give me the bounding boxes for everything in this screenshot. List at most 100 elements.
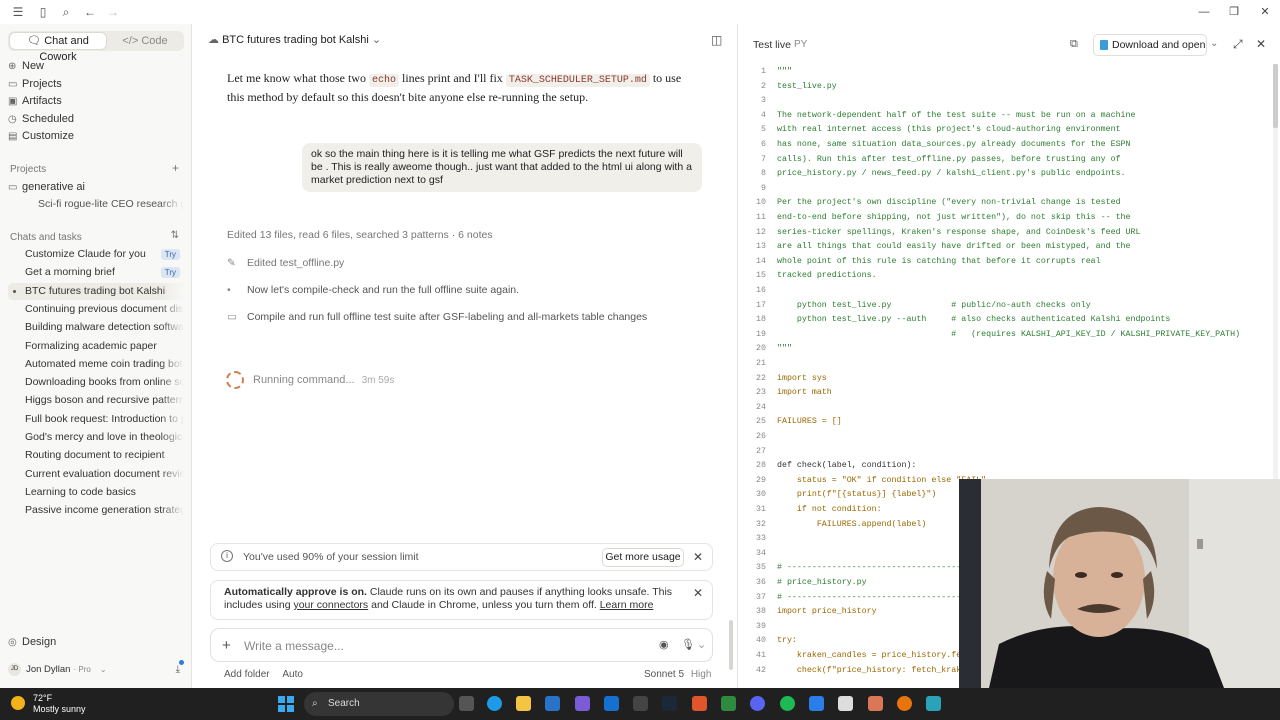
blender-icon[interactable] [897,696,912,711]
terminal-icon: ▭ [227,311,237,323]
close-icon[interactable]: ✕ [693,550,703,564]
line-number: 3 [761,96,766,106]
chat-item[interactable]: God's mercy and love in theological ev [8,429,184,446]
temperature: 72°F [33,693,53,703]
filter-icon[interactable]: ⇅ [171,230,179,241]
chat-item[interactable]: BTC futures trading bot Kalshi [8,282,184,300]
weather-condition: Mostly sunny [33,704,86,714]
panel-toggle-icon[interactable]: ◫ [711,33,722,47]
file-name: Test live [753,39,791,51]
nav-projects[interactable]: ▭ Projects [8,76,184,93]
activity-summary[interactable]: Edited 13 files, read 6 files, searched … [227,229,493,241]
folder-icon: ▭ [8,182,18,193]
connectors-link[interactable]: your connectors [293,599,368,611]
chat-item[interactable]: Full book request: Introduction to pul [8,410,184,428]
chat-item[interactable]: Customize Claude for you Try [8,246,184,263]
microphone-icon[interactable]: 🎙 [681,638,695,651]
chat-item[interactable]: Routing document to recipient [8,447,184,465]
mode-code[interactable]: </> Code [108,33,182,49]
chat-item[interactable]: Higgs boson and recursive patterns [8,392,184,410]
discord-icon[interactable] [750,696,765,711]
add-attachment-icon[interactable]: + [222,637,231,654]
sidebar-toggle-icon[interactable]: ▯ [35,4,51,20]
file-explorer-icon[interactable] [516,696,531,711]
scrollbar[interactable] [729,620,733,670]
outlook-icon[interactable] [545,696,560,711]
chat-item[interactable]: Automated meme coin trading bot [8,355,184,373]
add-project-icon[interactable]: + [172,161,179,175]
start-icon[interactable] [278,696,294,712]
chat-title-button[interactable]: ☁ BTC futures trading bot Kalshi ⌄ [208,33,381,46]
chat-item[interactable]: Continuing previous document discu [8,300,184,318]
app-icon[interactable] [809,696,824,711]
user-profile[interactable]: JD Jon Dyllan · Pro ⌄ ⤓ [8,660,184,678]
close-window-icon[interactable]: ✕ [1257,4,1273,20]
nav-new[interactable]: ⊕ New [8,58,184,75]
get-more-usage-button[interactable]: Get more usage [602,548,684,567]
step-item[interactable]: ▭ Compile and run full offline test suite… [227,311,647,323]
scroll-thumb[interactable] [1273,64,1278,128]
close-icon[interactable]: ✕ [1256,37,1266,51]
edge-icon[interactable] [487,696,502,711]
chat-item-label: BTC futures trading bot Kalshi [25,284,166,297]
back-arrow-icon[interactable]: ← [82,4,98,20]
app-icon[interactable] [926,696,941,711]
nav-scheduled[interactable]: ◷ Scheduled [8,111,184,128]
line-number: 6 [761,140,766,149]
line-number: 13 [756,242,766,252]
spotify-icon[interactable] [780,696,795,711]
message-input[interactable]: Write a message... [244,639,344,653]
mode-chat-cowork[interactable]: 🗨 Chat and Cowork [10,33,106,63]
learn-more-link[interactable]: Learn more [600,599,654,611]
project-subitem[interactable]: Sci-fi rogue-lite CEO research gam [8,196,184,213]
chevron-down-icon[interactable]: ⌄ [1210,38,1218,49]
nav-design[interactable]: ◎ Design [8,634,184,651]
line-number: 28 [756,461,766,471]
close-icon[interactable]: ✕ [693,587,703,600]
search-icon[interactable]: ⌕ [58,4,74,20]
chevron-down-icon[interactable]: ⌄ [697,638,706,651]
project-item[interactable]: ▭ generative ai [8,179,184,196]
chat-item[interactable]: Formalizing academic paper [8,337,184,355]
taskbar-search[interactable]: ⌕ Search [304,692,454,716]
nav-artifacts[interactable]: ▣ Artifacts [8,93,184,110]
claude-icon[interactable] [868,696,883,711]
line-number: 14 [756,256,766,266]
add-folder-button[interactable]: Add folder [224,669,270,680]
menu-icon[interactable]: ☰ [10,4,26,20]
nav-customize[interactable]: ▤ Customize [8,128,184,145]
copy-icon[interactable]: ⧉ [1070,38,1078,51]
maximize-icon[interactable]: ❐ [1226,4,1242,20]
code-line: price_history.py / news_feed.py / kalshi… [777,169,1126,179]
effort-level: High [690,669,712,680]
app-icon[interactable] [721,696,736,711]
chat-item[interactable]: Downloading books from online sourc [8,374,184,392]
step-item[interactable]: ✎ Edited test_offline.py [227,257,344,269]
model-selector[interactable]: Sonnet 5 High [644,669,711,680]
expand-icon[interactable]: ⤢ [1233,37,1243,52]
auto-mode-button[interactable]: Auto [282,669,303,680]
minimize-icon[interactable]: — [1196,4,1212,20]
app-icon[interactable] [575,696,590,711]
chat-item[interactable]: Building malware detection software [8,319,184,337]
chat-item[interactable]: Get a morning brief Try [8,264,184,281]
code-line: has none, same situation data_sources.py… [777,140,1131,149]
chat-item[interactable]: Passive income generation strategies [8,502,184,520]
app-icon[interactable] [838,696,853,711]
code-line: def check(label, condition): [777,461,917,471]
brave-icon[interactable] [692,696,707,711]
nav-label: Design [22,636,57,648]
dropbox-icon[interactable] [604,696,619,711]
try-badge[interactable]: Try [160,267,180,279]
forward-arrow-icon[interactable]: → [105,4,121,20]
chat-item[interactable]: Current evaluation document review [8,465,184,483]
download-open-button[interactable]: Download and open [1093,34,1207,56]
app-icon[interactable] [633,696,648,711]
message-composer[interactable]: + Write a message... ◉ 🎙 ⌄ [210,628,713,662]
steam-icon[interactable] [662,696,677,711]
record-icon[interactable]: ◉ [659,638,669,651]
task-view-icon[interactable] [459,696,474,711]
code-line: print(f"[{status}] {label}") [777,490,937,500]
chat-item[interactable]: Learning to code basics [8,483,184,501]
try-badge[interactable]: Try [160,249,180,260]
